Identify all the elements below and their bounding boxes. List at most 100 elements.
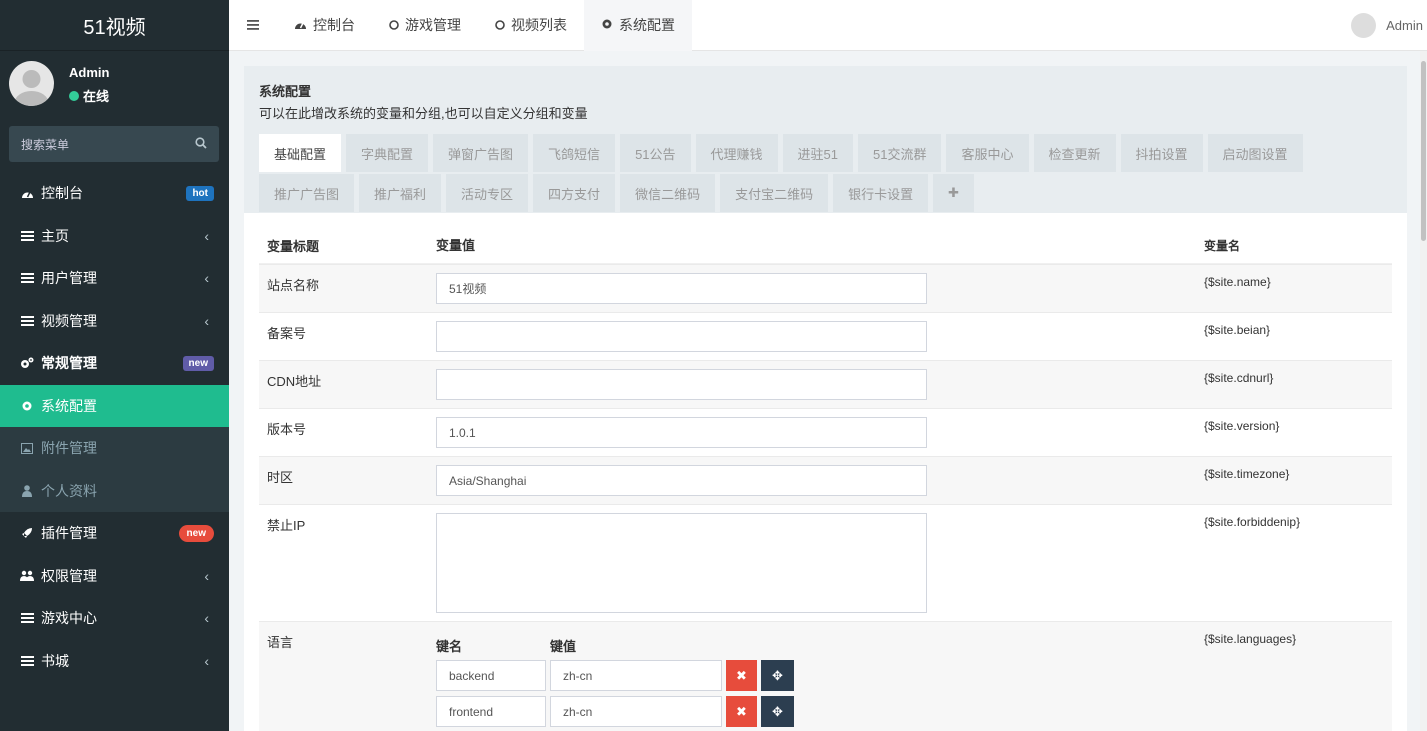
sidebar-item-label: 系统配置 <box>41 397 97 414</box>
search-icon[interactable] <box>195 136 207 152</box>
table-row: CDN地址 {$site.cdnurl} <box>259 360 1392 408</box>
sidebar-item-home[interactable]: 主页 ‹ <box>0 215 229 258</box>
value-input[interactable]: zh-cn <box>550 660 722 691</box>
value-input[interactable]: zh-cn <box>550 696 722 727</box>
image-icon <box>20 442 34 454</box>
scrollbar[interactable] <box>1420 51 1427 731</box>
config-tab[interactable]: 字典配置 <box>346 134 429 172</box>
chevron-left-icon: ‹ <box>204 567 209 584</box>
close-icon: ✖ <box>736 667 747 683</box>
user-icon <box>20 484 34 497</box>
tab-label: 游戏管理 <box>405 17 461 33</box>
tab-label: 视频列表 <box>511 17 567 33</box>
gear-icon <box>601 17 613 33</box>
config-tab[interactable]: 微信二维码 <box>620 174 716 212</box>
config-tab[interactable]: 四方支付 <box>533 174 616 212</box>
config-tab[interactable]: 抖拍设置 <box>1120 134 1203 172</box>
sidebar-item-profile[interactable]: 个人资料 <box>0 469 229 512</box>
sidebar-item-system-config[interactable]: 系统配置 <box>0 384 229 427</box>
gear-icon <box>20 400 34 412</box>
scrollbar-thumb[interactable] <box>1421 61 1426 241</box>
tab-row: 基础配置 字典配置 弹窗广告图 飞鸽短信 51公告 代理赚钱 进驻51 51交流群 客服中心 检查… <box>259 134 1399 172</box>
row-title: 禁止IP <box>267 518 306 533</box>
sidebar-item-label: 书城 <box>41 652 69 669</box>
topbar: 控制台 游戏管理 视频列表 系统配置 Admin <box>229 0 1427 51</box>
table-row: 备案号 {$site.beian} <box>259 312 1392 360</box>
sidebar-item-dashboard[interactable]: 控制台 hot <box>0 172 229 215</box>
delete-button[interactable]: ✖ <box>726 660 757 691</box>
chevron-left-icon: ‹ <box>204 270 209 287</box>
row-var: {$site.languages} <box>1204 632 1297 646</box>
sidebar-item-general[interactable]: 常规管理 new <box>0 342 229 385</box>
config-tab[interactable]: 代理赚钱 <box>695 134 778 172</box>
row-var: {$site.cdnurl} <box>1204 371 1274 385</box>
table-header: 变量标题 变量值 变量名 <box>259 226 1392 264</box>
chevron-left-icon: ‹ <box>204 227 209 244</box>
sidebar-item-attachments[interactable]: 附件管理 <box>0 427 229 470</box>
add-tab-button[interactable]: ✚ <box>933 174 975 212</box>
key-header: 键名 <box>436 639 463 654</box>
config-tab[interactable]: 推广福利 <box>359 174 442 212</box>
new-badge: new <box>178 524 214 542</box>
sidebar-item-plugins[interactable]: 插件管理 new <box>0 512 229 555</box>
key-input[interactable]: backend <box>436 660 546 691</box>
drag-handle[interactable]: ✥ <box>761 696 794 727</box>
user-status: 在线 <box>69 86 109 105</box>
menu-toggle-icon[interactable] <box>229 0 277 51</box>
online-dot-icon <box>69 90 79 101</box>
list-icon <box>20 315 34 326</box>
tab-game-management[interactable]: 游戏管理 <box>372 0 478 51</box>
config-tab[interactable]: 启动图设置 <box>1207 134 1303 172</box>
tab-video-list[interactable]: 视频列表 <box>478 0 584 51</box>
config-tab[interactable]: 基础配置 <box>259 134 342 172</box>
sidebar-item-label: 游戏中心 <box>41 610 97 627</box>
tab-system-config[interactable]: 系统配置 <box>584 0 692 51</box>
page-description: 可以在此增改系统的变量和分组,也可以自定义分组和变量 <box>259 106 588 121</box>
search-menu[interactable]: 搜索菜单 <box>9 126 219 162</box>
config-tab[interactable]: 弹窗广告图 <box>433 134 529 172</box>
row-title: 备案号 <box>267 326 307 341</box>
delete-button[interactable]: ✖ <box>726 696 757 727</box>
version-input[interactable]: 1.0.1 <box>436 417 927 448</box>
list-icon <box>20 655 34 666</box>
sidebar-item-videos[interactable]: 视频管理 ‹ <box>0 300 229 343</box>
config-tab[interactable]: 银行卡设置 <box>833 174 929 212</box>
sidebar-item-label: 权限管理 <box>41 567 97 584</box>
drag-handle[interactable]: ✥ <box>761 660 794 691</box>
cdnurl-input[interactable] <box>436 369 927 400</box>
table-row: 站点名称 51视频 {$site.name} <box>259 264 1392 312</box>
config-tab[interactable]: 推广广告图 <box>259 174 355 212</box>
group-icon <box>20 570 34 582</box>
config-tab[interactable]: 活动专区 <box>446 174 529 212</box>
sidebar-item-game-center[interactable]: 游戏中心 ‹ <box>0 597 229 640</box>
tab-dashboard[interactable]: 控制台 <box>277 0 372 51</box>
sidebar-item-users[interactable]: 用户管理 ‹ <box>0 257 229 300</box>
row-title: 语言 <box>267 635 294 650</box>
top-user-menu[interactable]: Admin <box>1351 0 1423 51</box>
site-name-input[interactable]: 51视频 <box>436 273 927 304</box>
avatar <box>1351 13 1377 38</box>
beian-input[interactable] <box>436 321 927 352</box>
config-tab[interactable]: 51公告 <box>620 134 691 172</box>
forbiddenip-textarea[interactable] <box>436 513 927 613</box>
config-tab[interactable]: 进驻51 <box>782 134 854 172</box>
key-input[interactable]: frontend <box>436 696 546 727</box>
row-title: 站点名称 <box>267 278 320 293</box>
sidebar-item-label: 视频管理 <box>41 312 97 329</box>
sidebar-item-label: 个人资料 <box>41 482 97 499</box>
timezone-input[interactable]: Asia/Shanghai <box>436 465 927 496</box>
config-tab[interactable]: 客服中心 <box>946 134 1029 172</box>
dashboard-icon <box>294 17 307 33</box>
sidebar-item-bookstore[interactable]: 书城 ‹ <box>0 640 229 683</box>
config-tab[interactable]: 检查更新 <box>1033 134 1116 172</box>
config-tab[interactable]: 飞鸽短信 <box>533 134 616 172</box>
config-tab[interactable]: 支付宝二维码 <box>720 174 829 212</box>
config-tab[interactable]: 51交流群 <box>858 134 942 172</box>
page-title: 系统配置 <box>259 84 312 99</box>
app-logo[interactable]: 51视频 <box>0 0 229 51</box>
search-input[interactable]: 搜索菜单 <box>21 136 195 153</box>
table-row: 语言 键名 键值 backend zh-cn ✖ ✥ frontend zh-c… <box>259 621 1392 731</box>
list-icon <box>20 613 34 624</box>
sidebar-item-permissions[interactable]: 权限管理 ‹ <box>0 555 229 598</box>
rocket-icon <box>20 527 34 539</box>
